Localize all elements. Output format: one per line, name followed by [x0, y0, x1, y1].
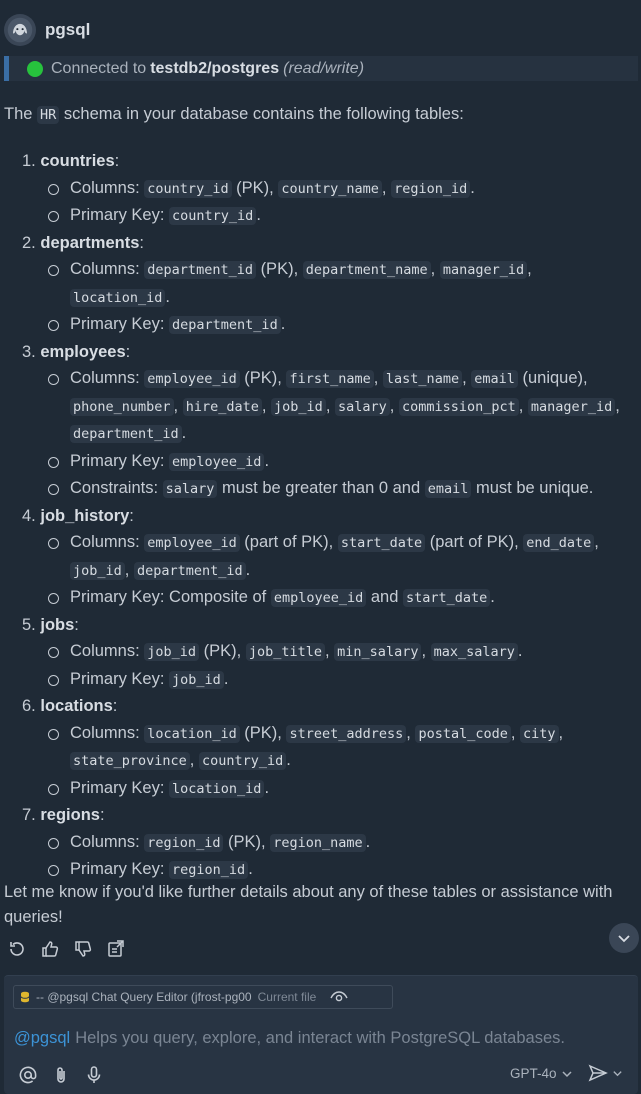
primary-key-item: Primary Key: country_id. — [48, 202, 622, 230]
chevron-down-icon[interactable] — [612, 1068, 623, 1079]
chat-input[interactable]: @pgsql Helps you query, explore, and inte… — [14, 1029, 565, 1048]
table-name: departments — [40, 233, 140, 252]
columns-item: Columns: region_id (PK), region_name. — [48, 829, 622, 857]
scroll-to-bottom-button[interactable] — [609, 923, 639, 953]
agent-mention: @pgsql — [14, 1029, 71, 1047]
primary-key-item: Primary Key: Composite of employee_id an… — [48, 584, 622, 612]
thumbs-down-icon[interactable] — [73, 938, 93, 960]
database-icon — [20, 991, 30, 1003]
table-name: locations — [40, 697, 113, 715]
context-chip[interactable]: -- @pgsql Chat Query Editor (jfrost-pg00… — [13, 985, 393, 1009]
attach-icon[interactable] — [50, 1064, 72, 1086]
table-name: job_history — [40, 506, 130, 525]
composer-tools — [17, 1064, 105, 1086]
chevron-down-icon — [562, 1070, 572, 1077]
bot-name: pgsql — [45, 20, 91, 39]
insert-into-editor-icon[interactable] — [106, 938, 126, 960]
microphone-icon[interactable] — [83, 1064, 105, 1086]
list-item: 3. employees: Columns: employee_id (PK),… — [22, 339, 622, 503]
current-file-tag: Current file — [257, 990, 317, 1004]
connection-mode: (read/write) — [283, 59, 365, 77]
list-item: 7. regions: Columns: region_id (PK), reg… — [22, 802, 622, 884]
chevron-down-icon — [618, 935, 630, 943]
input-placeholder: Helps you query, explore, and interact w… — [75, 1029, 565, 1047]
mention-icon[interactable] — [17, 1064, 39, 1086]
response-actions — [7, 938, 126, 960]
columns-item: Columns: employee_id (PK), first_name, l… — [48, 365, 622, 448]
primary-key-item: Primary Key: department_id. — [48, 311, 622, 339]
list-item: 5. jobs: Columns: job_id (PK), job_title… — [22, 612, 622, 694]
columns-item: Columns: location_id (PK), street_addres… — [48, 720, 622, 775]
primary-key-item: Primary Key: location_id. — [48, 775, 622, 803]
model-picker[interactable]: GPT-4o — [510, 1066, 573, 1081]
table-name: regions — [40, 806, 100, 824]
table-name: countries — [40, 152, 115, 170]
thumbs-up-icon[interactable] — [40, 938, 60, 960]
context-chip-label: -- @pgsql Chat Query Editor (jfrost-pg00 — [36, 990, 252, 1004]
inline-code: HR — [37, 106, 60, 124]
elephant-icon — [4, 14, 36, 46]
connection-status: Connected to testdb2/postgres (read/writ… — [4, 56, 638, 81]
table-name: jobs — [40, 615, 75, 634]
retry-icon[interactable] — [7, 938, 27, 960]
model-name: GPT-4o — [510, 1066, 557, 1081]
tables-list: 1. countries: Columns: country_id (PK), … — [22, 148, 622, 884]
columns-item: Columns: job_id (PK), job_title, min_sal… — [48, 638, 622, 666]
chat-header: pgsql — [4, 12, 90, 48]
send-button[interactable] — [588, 1063, 623, 1083]
eye-icon[interactable] — [330, 990, 348, 1004]
columns-item: Columns: employee_id (part of PK), start… — [48, 529, 622, 584]
connection-target: testdb2/postgres — [150, 59, 280, 77]
message-intro: The HR schema in your database contains … — [4, 105, 464, 124]
primary-key-item: Primary Key: employee_id. — [48, 448, 622, 476]
columns-item: Columns: department_id (PK), department_… — [48, 256, 622, 311]
chat-composer: -- @pgsql Chat Query Editor (jfrost-pg00… — [4, 975, 638, 1094]
list-item: 6. locations: Columns: location_id (PK),… — [22, 693, 622, 802]
constraints-item: Constraints: salary must be greater than… — [48, 475, 622, 503]
status-dot-icon — [27, 60, 43, 77]
message-outro: Let me know if you'd like further detail… — [4, 883, 613, 926]
table-name: employees — [40, 342, 126, 361]
list-item: 1. countries: Columns: country_id (PK), … — [22, 148, 622, 230]
primary-key-item: Primary Key: job_id. — [48, 666, 622, 694]
list-item: 2. departments: Columns: department_id (… — [22, 230, 622, 339]
list-item: 4. job_history: Columns: employee_id (pa… — [22, 503, 622, 612]
send-icon — [588, 1064, 608, 1082]
connection-prefix: Connected to — [51, 59, 147, 77]
columns-item: Columns: country_id (PK), country_name, … — [48, 175, 622, 203]
